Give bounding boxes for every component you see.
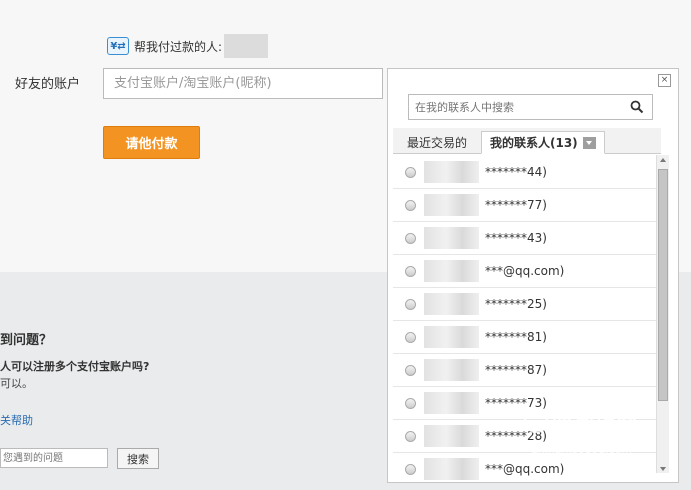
- blurred-name: [424, 293, 479, 315]
- radio-button[interactable]: [405, 364, 416, 376]
- related-help-link[interactable]: 关帮助: [0, 412, 33, 428]
- list-item[interactable]: ***@qq.com): [393, 453, 657, 481]
- contact-name: *******28): [485, 429, 547, 443]
- payer-row: ¥⇄ 帮我付过款的人:: [107, 34, 269, 58]
- radio-button[interactable]: [405, 430, 416, 442]
- contact-name: *******43): [485, 231, 547, 245]
- tab-my-contacts[interactable]: 我的联系人(13): [481, 131, 605, 154]
- list-item[interactable]: *******25): [393, 288, 657, 321]
- payer-label: 帮我付过款的人:: [134, 39, 223, 54]
- contact-name: *******44): [485, 165, 547, 179]
- list-item[interactable]: *******73): [393, 387, 657, 420]
- help-title: 到问题？: [0, 333, 53, 348]
- contact-name: ***@qq.com): [485, 462, 565, 476]
- contacts-panel: × 最近交易的 我的联系人(13) *******44) *******77) …: [387, 68, 679, 483]
- close-icon[interactable]: ×: [658, 74, 671, 87]
- request-payment-button[interactable]: 请他付款: [103, 126, 200, 159]
- blurred-name: [424, 260, 479, 282]
- list-item[interactable]: *******28): [393, 420, 657, 453]
- blurred-name: [424, 392, 479, 414]
- radio-button[interactable]: [405, 199, 416, 211]
- help-search-button[interactable]: 搜索: [117, 448, 159, 469]
- contact-name: ***@qq.com): [485, 264, 565, 278]
- contact-name: *******25): [485, 297, 547, 311]
- list-item[interactable]: *******77): [393, 189, 657, 222]
- contact-tabs: 最近交易的 我的联系人(13): [393, 128, 661, 154]
- blurred-name: [424, 194, 479, 216]
- blurred-name: [424, 425, 479, 447]
- friend-account-input[interactable]: [103, 68, 383, 99]
- contact-search-box: [408, 94, 653, 120]
- radio-button[interactable]: [405, 463, 416, 475]
- blurred-name: [424, 227, 479, 249]
- scroll-up-icon[interactable]: [660, 158, 666, 162]
- help-search-input[interactable]: [0, 448, 108, 468]
- list-item[interactable]: ***@qq.com): [393, 255, 657, 288]
- yuan-transfer-icon: ¥⇄: [107, 37, 129, 55]
- list-item[interactable]: *******87): [393, 354, 657, 387]
- search-icon[interactable]: [630, 100, 644, 114]
- chevron-down-icon[interactable]: [582, 136, 596, 149]
- help-question[interactable]: 人可以注册多个支付宝账户吗?: [0, 358, 149, 374]
- contact-list-scrollbar[interactable]: [656, 155, 669, 473]
- tab-label: 最近交易的: [407, 136, 468, 150]
- list-item[interactable]: *******81): [393, 321, 657, 354]
- payer-avatar[interactable]: [224, 34, 269, 58]
- blurred-name: [424, 161, 479, 183]
- scroll-thumb[interactable]: [658, 169, 668, 401]
- contact-list: *******44) *******77) *******43) ***@qq.…: [393, 156, 657, 481]
- scroll-down-icon[interactable]: [660, 467, 666, 471]
- contact-name: *******81): [485, 330, 547, 344]
- contact-search-input[interactable]: [409, 95, 619, 119]
- tab-label: 我的联系人(13): [490, 136, 578, 150]
- list-item[interactable]: *******43): [393, 222, 657, 255]
- radio-button[interactable]: [405, 166, 416, 178]
- list-item[interactable]: *******44): [393, 156, 657, 189]
- tab-recent-transactions[interactable]: 最近交易的: [399, 131, 475, 154]
- radio-button[interactable]: [405, 397, 416, 409]
- contact-name: *******87): [485, 363, 547, 377]
- friend-account-label: 好友的账户: [15, 77, 81, 92]
- radio-button[interactable]: [405, 265, 416, 277]
- blurred-name: [424, 359, 479, 381]
- blurred-name: [424, 458, 479, 480]
- blurred-name: [424, 326, 479, 348]
- radio-button[interactable]: [405, 331, 416, 343]
- contact-name: *******73): [485, 396, 547, 410]
- help-answer: 可以。: [0, 377, 33, 390]
- radio-button[interactable]: [405, 232, 416, 244]
- radio-button[interactable]: [405, 298, 416, 310]
- contact-name: *******77): [485, 198, 547, 212]
